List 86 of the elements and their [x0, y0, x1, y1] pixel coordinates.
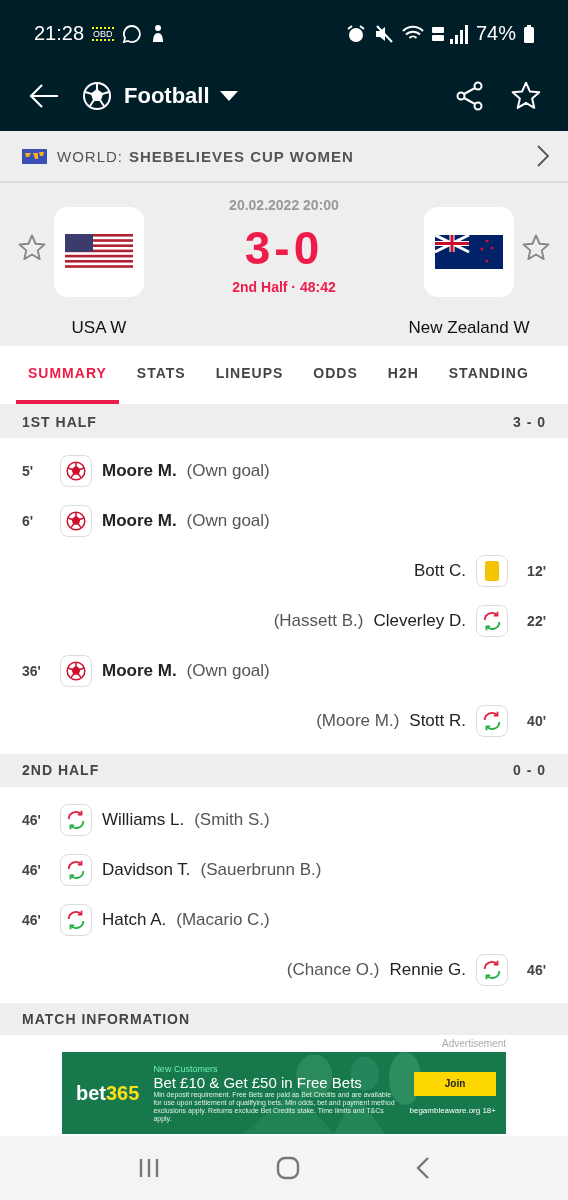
- player-name[interactable]: Davidson T.: [102, 859, 191, 880]
- event-minute: 46': [22, 911, 42, 928]
- mute-icon: [373, 24, 394, 44]
- event-detail: (Sauerbrunn B.): [200, 859, 322, 880]
- home-button[interactable]: [276, 1155, 300, 1180]
- player-name[interactable]: Bott C.: [414, 560, 466, 581]
- tab[interactable]: H2H: [375, 345, 431, 405]
- event-detail: (Hassett B.): [273, 610, 364, 631]
- team-name[interactable]: New Zealand W: [408, 318, 530, 339]
- league-name[interactable]: SHEBELIEVES CUP WOMEN: [129, 147, 354, 165]
- tab[interactable]: ODDS: [301, 345, 370, 405]
- flag-icon: [65, 234, 133, 271]
- card-icon: [476, 554, 508, 587]
- goal-icon: [60, 504, 92, 537]
- player-name[interactable]: Williams L.: [102, 809, 185, 830]
- section-heading: MATCH INFORMATION: [22, 1011, 191, 1028]
- star-icon: [510, 79, 542, 112]
- back-button[interactable]: [28, 81, 60, 110]
- ad-label: Advertisement: [442, 1037, 506, 1052]
- tab[interactable]: STATS: [124, 345, 198, 405]
- recent-apps-button[interactable]: [138, 1156, 160, 1179]
- signal-icon: [431, 24, 468, 44]
- event-minute: 5': [22, 462, 35, 479]
- event-minute: 12': [526, 562, 546, 579]
- period-title: 1ST HALF: [22, 413, 97, 430]
- clock: 21:28: [34, 22, 85, 46]
- battery-level: 74%: [475, 22, 516, 46]
- event-minute: 36': [22, 662, 42, 679]
- football-icon: [82, 80, 112, 111]
- player-name[interactable]: Moore M.: [102, 510, 177, 531]
- flag-icon: [435, 235, 503, 270]
- event-detail: (Smith S.): [194, 809, 270, 830]
- share-button[interactable]: [456, 80, 484, 111]
- chevron-right-icon[interactable]: [536, 144, 550, 169]
- team-name[interactable]: USA W: [71, 318, 127, 339]
- player-name[interactable]: Moore M.: [102, 660, 177, 681]
- player-name[interactable]: Rennie G.: [389, 959, 466, 980]
- caret-icon[interactable]: [219, 90, 238, 101]
- match-score: 3-0: [244, 221, 324, 276]
- period-score: 3 - 0: [513, 413, 546, 430]
- favorite-button[interactable]: [510, 79, 542, 112]
- ad-eyebrow: New Customers: [153, 1063, 219, 1074]
- player-name[interactable]: Cleverley D.: [373, 610, 466, 631]
- obd-indicator: OBD: [92, 27, 114, 41]
- brand-logo: bet365: [76, 1081, 140, 1105]
- substitution-icon: [476, 953, 508, 986]
- player-name[interactable]: Hatch A.: [102, 909, 167, 930]
- period-score: 0 - 0: [513, 762, 546, 779]
- event-minute: 22': [526, 612, 546, 629]
- goal-icon: [60, 654, 92, 687]
- tab[interactable]: LINEUPS: [203, 345, 296, 405]
- world-flag-icon: [22, 148, 47, 164]
- team-logo[interactable]: [424, 207, 514, 298]
- event-detail: (Own goal): [186, 510, 270, 531]
- player-name[interactable]: Stott R.: [409, 710, 466, 731]
- substitution-icon: [476, 704, 508, 737]
- period-title: 2ND HALF: [22, 762, 100, 779]
- alarm-icon: [345, 24, 366, 44]
- substitution-icon: [60, 853, 92, 886]
- match-datetime: 20.02.2022 20:00: [229, 197, 339, 214]
- event-minute: 6': [22, 512, 35, 529]
- battery-icon: [524, 25, 534, 43]
- goal-icon: [60, 454, 92, 487]
- event-detail: (Own goal): [186, 660, 270, 681]
- tab[interactable]: STANDING: [436, 345, 529, 405]
- join-button[interactable]: Join: [414, 1071, 496, 1096]
- team-logo[interactable]: [54, 207, 144, 298]
- ad-footer: begambleaware.org 18+: [409, 1105, 496, 1115]
- event-detail: (Moore M.): [316, 710, 400, 731]
- event-minute: 46': [22, 861, 42, 878]
- chat-icon: [121, 24, 142, 44]
- event-minute: 46': [22, 811, 42, 828]
- event-minute: 40': [526, 712, 546, 729]
- event-detail: (Chance O.): [286, 959, 380, 980]
- back-nav-button[interactable]: [416, 1155, 430, 1180]
- match-status: 2nd Half · 48:42: [232, 279, 336, 296]
- event-detail: (Own goal): [186, 460, 270, 481]
- ad-headline: Bet £10 & Get £50 in Free Bets: [153, 1073, 363, 1091]
- sport-title[interactable]: Football: [124, 82, 210, 109]
- player-name[interactable]: Moore M.: [102, 460, 177, 481]
- substitution-icon: [60, 803, 92, 836]
- event-minute: 46': [526, 961, 546, 978]
- substitution-icon: [60, 903, 92, 936]
- substitution-icon: [476, 604, 508, 637]
- league-country[interactable]: WORLD:: [57, 147, 123, 165]
- event-detail: (Macario C.): [176, 909, 270, 930]
